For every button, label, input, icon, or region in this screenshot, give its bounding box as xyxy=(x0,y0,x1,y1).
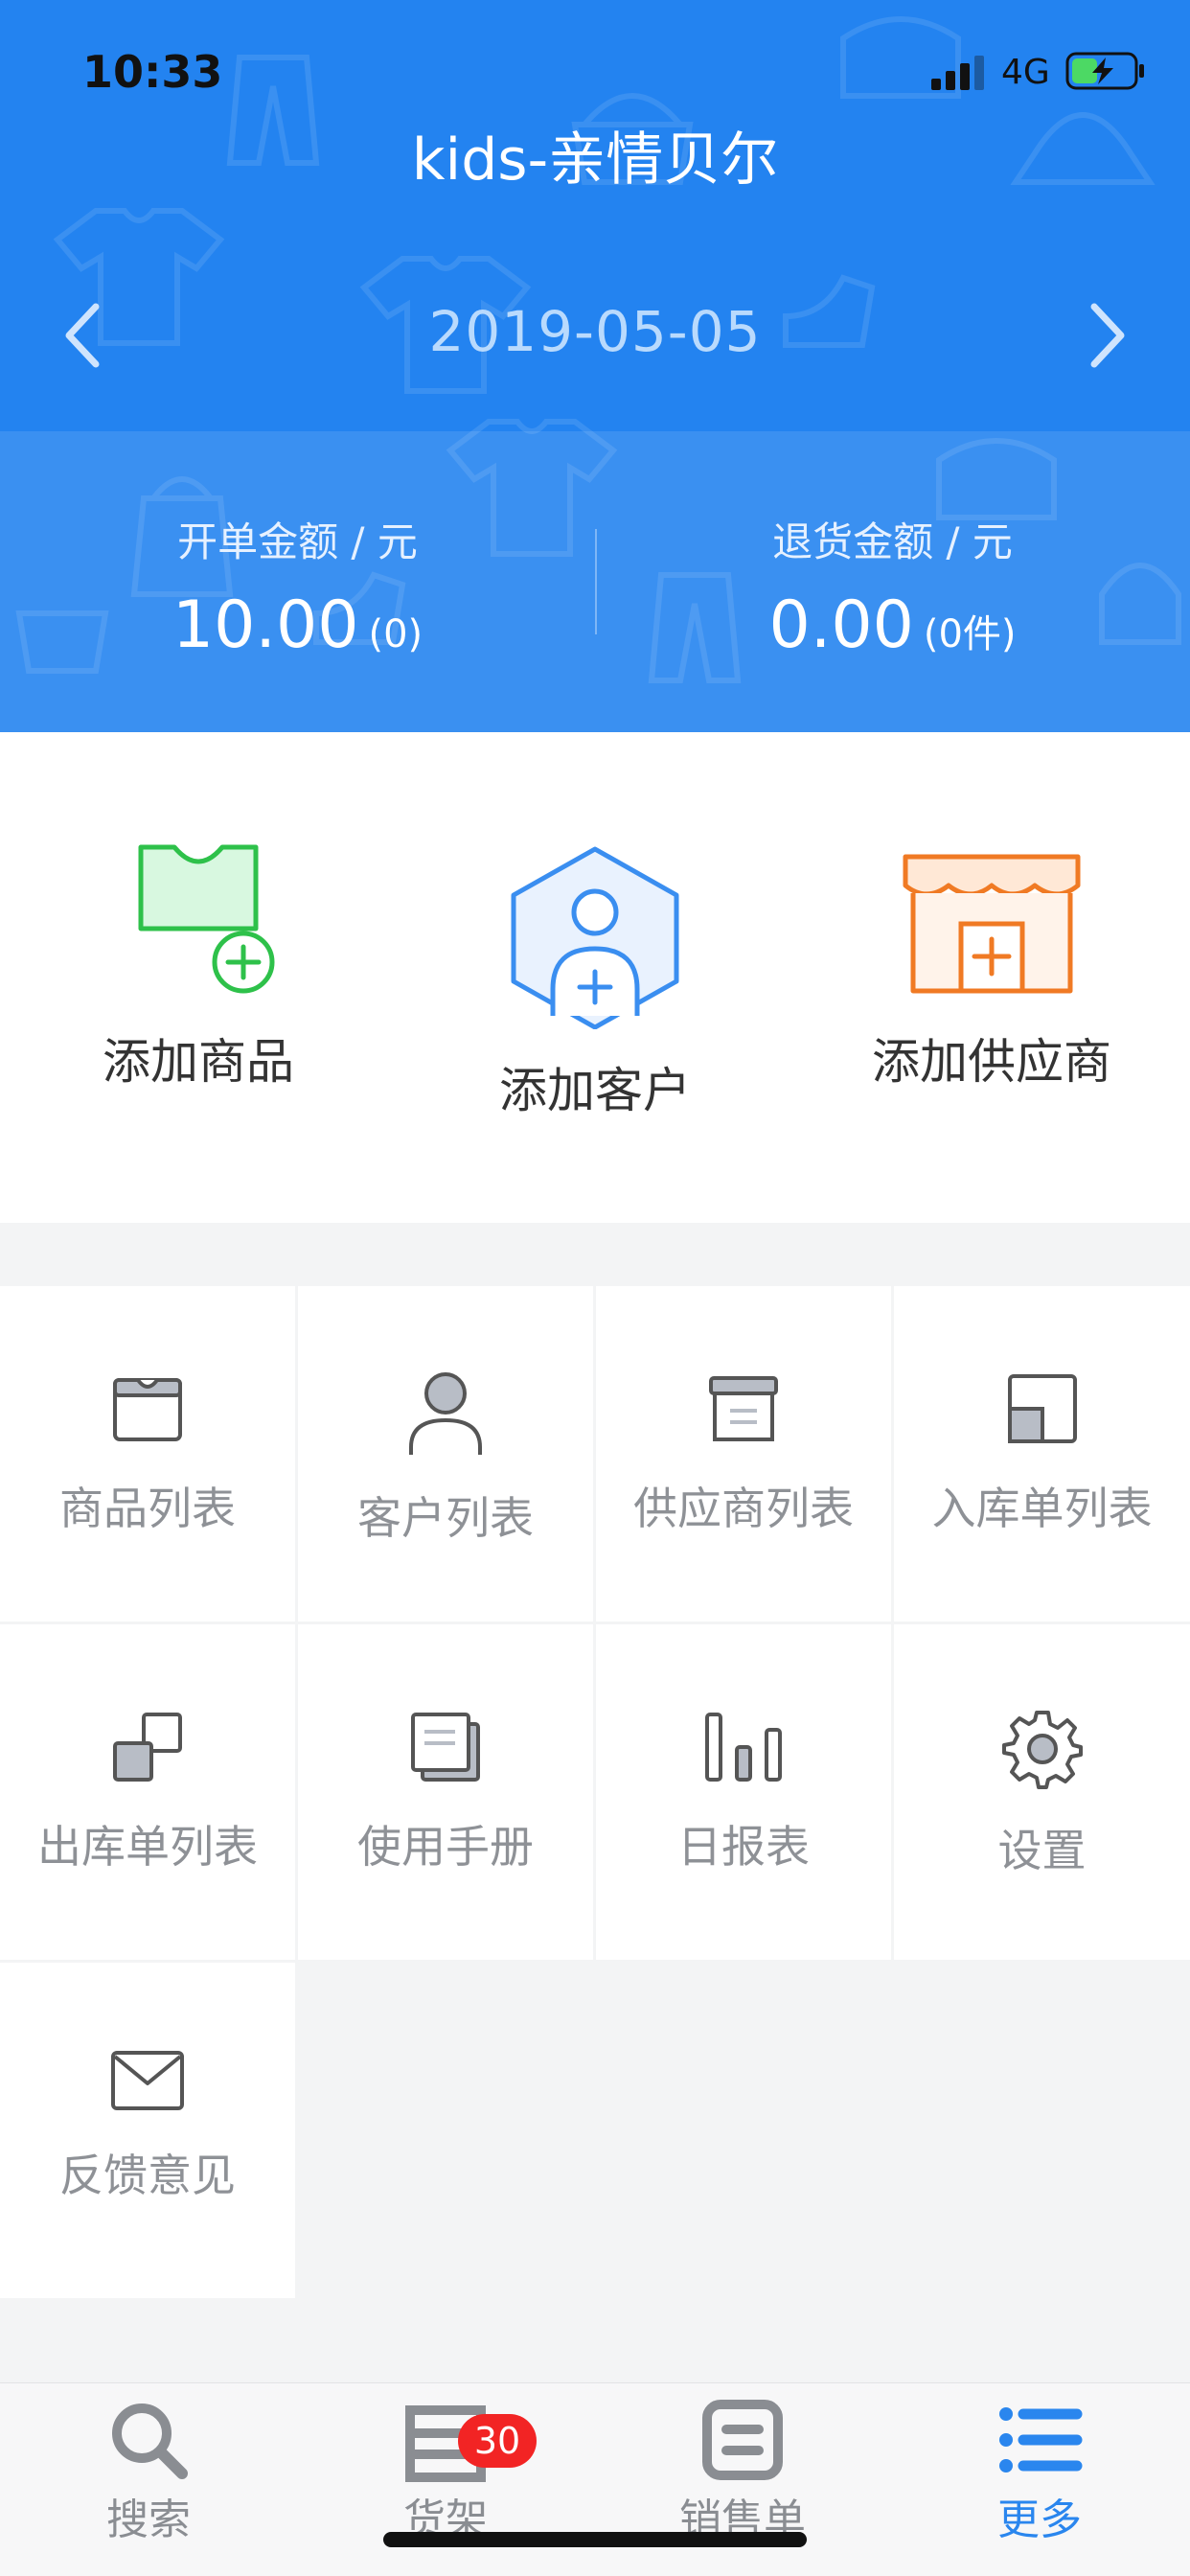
battery-charging-icon xyxy=(1065,52,1144,90)
person-icon xyxy=(409,1372,482,1455)
quick-action-label: 添加客户 xyxy=(499,1063,691,1118)
quick-actions: 添加商品 添加客户 添加供应商 xyxy=(0,732,1190,1223)
stat-title: 开单金额 / 元 xyxy=(177,518,418,565)
menu-item-user-manual[interactable]: 使用手册 xyxy=(298,1624,593,1960)
current-date[interactable]: 2019-05-05 xyxy=(0,299,1190,364)
home-indicator[interactable] xyxy=(383,2532,807,2547)
menu-item-outbound-list[interactable]: 出库单列表 xyxy=(0,1624,295,1960)
search-icon xyxy=(112,2404,188,2479)
tab-label: 更多 xyxy=(997,2496,1082,2544)
quick-action-label: 添加商品 xyxy=(103,1034,294,1090)
return-amount-stat[interactable]: 退货金额 / 元 0.00 (0件) xyxy=(595,510,1190,663)
network-type: 4G xyxy=(1001,53,1050,92)
archive-box-icon xyxy=(709,1376,778,1441)
stat-value: 10.00 xyxy=(172,587,359,663)
envelope-icon xyxy=(111,2051,184,2110)
inbound-icon xyxy=(1007,1374,1077,1443)
tab-shelf[interactable]: 货架 30 xyxy=(297,2397,594,2546)
add-customer-icon xyxy=(511,846,679,1029)
bar-chart-icon xyxy=(705,1713,782,1782)
add-product-icon xyxy=(138,844,275,994)
menu-item-label: 日报表 xyxy=(677,1821,810,1873)
tab-label: 搜索 xyxy=(106,2496,191,2544)
menu-item-label: 入库单列表 xyxy=(931,1483,1153,1534)
stat-title: 退货金额 / 元 xyxy=(772,518,1013,565)
cellular-signal-icon xyxy=(931,56,984,90)
stat-count: (0件) xyxy=(923,612,1017,656)
shelf-count-badge: 30 xyxy=(458,2414,537,2468)
menu-item-label: 设置 xyxy=(997,1825,1087,1876)
next-date-chevron-icon[interactable] xyxy=(1079,297,1136,374)
quick-action-label: 添加供应商 xyxy=(872,1034,1111,1090)
stat-count: (0) xyxy=(368,612,423,656)
menu-item-supplier-list[interactable]: 供应商列表 xyxy=(596,1286,891,1622)
menu-item-feedback[interactable]: 反馈意见 xyxy=(0,1963,295,2298)
sales-order-icon xyxy=(702,2400,783,2480)
stat-value: 0.00 xyxy=(768,587,914,663)
add-customer-button[interactable]: 添加客户 xyxy=(397,838,793,1121)
menu-item-label: 出库单列表 xyxy=(37,1821,258,1873)
menu-item-product-list[interactable]: 商品列表 xyxy=(0,1286,295,1622)
menu-item-inbound-list[interactable]: 入库单列表 xyxy=(894,1286,1190,1622)
menu-item-label: 反馈意见 xyxy=(59,2150,236,2201)
sales-amount-stat[interactable]: 开单金额 / 元 10.00 (0) xyxy=(0,510,595,663)
list-icon xyxy=(999,2407,1083,2472)
manual-icon xyxy=(411,1713,480,1782)
menu-item-label: 商品列表 xyxy=(59,1483,236,1534)
add-product-button[interactable]: 添加商品 xyxy=(0,838,397,1092)
header: 10:33 4G kids-亲情贝尔 2019-05-05 开单金额 / 元 1… xyxy=(0,0,1190,732)
outbound-icon xyxy=(113,1713,182,1782)
menu-item-label: 供应商列表 xyxy=(633,1483,854,1534)
menu-item-customer-list[interactable]: 客户列表 xyxy=(298,1286,593,1622)
tab-search[interactable]: 搜索 xyxy=(0,2397,297,2546)
tab-more[interactable]: 更多 xyxy=(891,2397,1188,2546)
menu-item-settings[interactable]: 设置 xyxy=(894,1624,1190,1960)
gear-icon xyxy=(1001,1711,1083,1789)
menu-item-label: 客户列表 xyxy=(357,1492,534,1544)
menu-item-daily-report[interactable]: 日报表 xyxy=(596,1624,891,1960)
product-box-icon xyxy=(113,1378,182,1441)
menu-item-label: 使用手册 xyxy=(357,1821,534,1873)
add-supplier-button[interactable]: 添加供应商 xyxy=(793,838,1190,1092)
tab-sales-order[interactable]: 销售单 xyxy=(594,2397,891,2546)
add-supplier-icon xyxy=(903,854,1081,994)
status-time: 10:33 xyxy=(82,46,223,98)
store-title: kids-亲情贝尔 xyxy=(411,126,779,194)
